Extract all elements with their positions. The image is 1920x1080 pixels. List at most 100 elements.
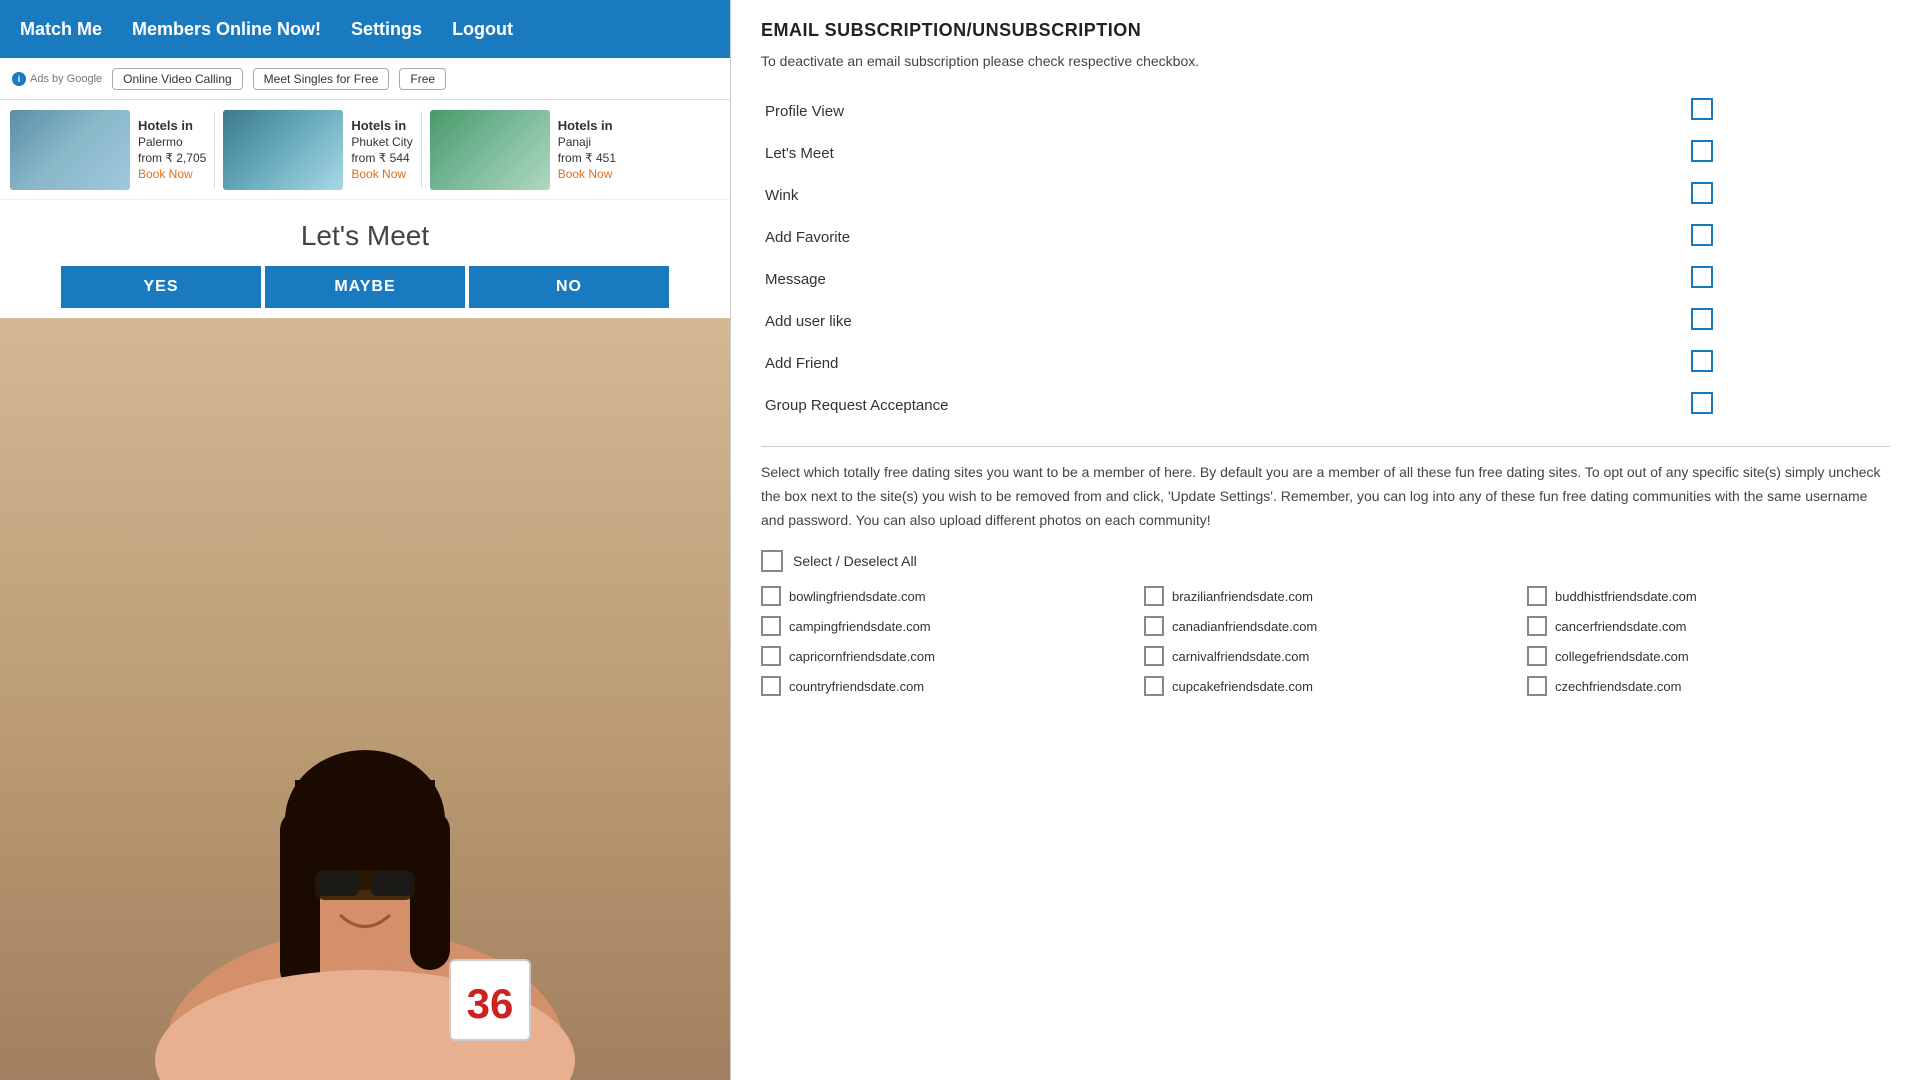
site-item-9: countryfriendsdate.com — [761, 676, 1124, 696]
left-panel: Match Me Members Online Now! Settings Lo… — [0, 0, 730, 1080]
hotel-info-0: Hotels in Palermo from ₹ 2,705 Book Now — [138, 118, 206, 181]
nav-match-me[interactable]: Match Me — [20, 19, 102, 40]
hotel-card-2: Hotels in Panaji from ₹ 451 Book Now — [430, 106, 616, 193]
hotel-divider-1 — [214, 111, 215, 188]
subscription-label-5: Add user like — [761, 300, 1671, 342]
site-checkbox-6[interactable] — [761, 646, 781, 666]
email-sub-subtitle: To deactivate an email subscription plea… — [761, 51, 1890, 72]
nav-logout[interactable]: Logout — [452, 19, 513, 40]
site-checkbox-8[interactable] — [1527, 646, 1547, 666]
subscription-checkbox-cell-5 — [1671, 300, 1890, 342]
ad-btn-video[interactable]: Online Video Calling — [112, 68, 243, 90]
subscription-checkbox-2[interactable] — [1691, 182, 1713, 204]
site-name-4: canadianfriendsdate.com — [1172, 619, 1317, 634]
subscription-checkbox-0[interactable] — [1691, 98, 1713, 120]
site-item-2: buddhistfriendsdate.com — [1527, 586, 1890, 606]
subscription-checkbox-cell-1 — [1671, 132, 1890, 174]
nav-members-online[interactable]: Members Online Now! — [132, 19, 321, 40]
site-checkbox-9[interactable] — [761, 676, 781, 696]
site-checkbox-7[interactable] — [1144, 646, 1164, 666]
site-name-11: czechfriendsdate.com — [1555, 679, 1681, 694]
site-checkbox-0[interactable] — [761, 586, 781, 606]
hotel-book-2[interactable]: Book Now — [558, 167, 616, 181]
subscription-checkbox-3[interactable] — [1691, 224, 1713, 246]
hotel-divider-2 — [421, 111, 422, 188]
site-checkbox-1[interactable] — [1144, 586, 1164, 606]
right-panel: EMAIL SUBSCRIPTION/UNSUBSCRIPTION To dea… — [730, 0, 1920, 1080]
subscription-label-0: Profile View — [761, 90, 1671, 132]
site-item-6: capricornfriendsdate.com — [761, 646, 1124, 666]
person-svg: 36 — [0, 630, 730, 1080]
hotel-city-2: Panaji — [558, 135, 616, 149]
ad-btn-singles[interactable]: Meet Singles for Free — [253, 68, 390, 90]
subscription-checkbox-cell-7 — [1671, 384, 1890, 426]
site-checkbox-5[interactable] — [1527, 616, 1547, 636]
meet-btn-yes[interactable]: YES — [61, 266, 261, 308]
photo-section: 36 — [0, 318, 730, 1080]
site-item-11: czechfriendsdate.com — [1527, 676, 1890, 696]
meet-btn-no[interactable]: NO — [469, 266, 669, 308]
free-sites-text: Select which totally free dating sites y… — [761, 461, 1890, 532]
site-name-8: collegefriendsdate.com — [1555, 649, 1689, 664]
subscription-checkbox-1[interactable] — [1691, 140, 1713, 162]
hotel-card-1: Hotels in Phuket City from ₹ 544 Book No… — [223, 106, 412, 193]
hotel-price-0: from ₹ 2,705 — [138, 151, 206, 165]
subscription-checkbox-cell-4 — [1671, 258, 1890, 300]
hotel-book-0[interactable]: Book Now — [138, 167, 206, 181]
site-name-1: brazilianfriendsdate.com — [1172, 589, 1313, 604]
select-all-label: Select / Deselect All — [793, 553, 917, 569]
subscription-row-7: Group Request Acceptance — [761, 384, 1890, 426]
site-name-3: campingfriendsdate.com — [789, 619, 931, 634]
hotel-name-1: Hotels in — [351, 118, 412, 133]
meet-buttons: YES MAYBE NO — [10, 266, 720, 308]
nav-settings[interactable]: Settings — [351, 19, 422, 40]
hotel-book-1[interactable]: Book Now — [351, 167, 412, 181]
svg-text:36: 36 — [467, 980, 514, 1027]
site-name-5: cancerfriendsdate.com — [1555, 619, 1687, 634]
subscription-checkbox-7[interactable] — [1691, 392, 1713, 414]
ad-btn-free[interactable]: Free — [399, 68, 446, 90]
site-name-7: carnivalfriendsdate.com — [1172, 649, 1309, 664]
subscription-row-6: Add Friend — [761, 342, 1890, 384]
email-sub-title: EMAIL SUBSCRIPTION/UNSUBSCRIPTION — [761, 20, 1890, 41]
lets-meet-title: Let's Meet — [10, 220, 720, 252]
site-checkbox-10[interactable] — [1144, 676, 1164, 696]
site-item-8: collegefriendsdate.com — [1527, 646, 1890, 666]
site-item-3: campingfriendsdate.com — [761, 616, 1124, 636]
site-name-0: bowlingfriendsdate.com — [789, 589, 926, 604]
subscription-label-6: Add Friend — [761, 342, 1671, 384]
subscription-checkbox-cell-2 — [1671, 174, 1890, 216]
site-name-9: countryfriendsdate.com — [789, 679, 924, 694]
select-all-checkbox[interactable] — [761, 550, 783, 572]
subscription-row-4: Message — [761, 258, 1890, 300]
site-item-10: cupcakefriendsdate.com — [1144, 676, 1507, 696]
site-checkbox-11[interactable] — [1527, 676, 1547, 696]
site-item-7: carnivalfriendsdate.com — [1144, 646, 1507, 666]
subscription-checkbox-cell-0 — [1671, 90, 1890, 132]
hotel-info-1: Hotels in Phuket City from ₹ 544 Book No… — [351, 118, 412, 181]
subscription-checkbox-6[interactable] — [1691, 350, 1713, 372]
lets-meet-section: Let's Meet YES MAYBE NO — [0, 200, 730, 318]
site-checkbox-3[interactable] — [761, 616, 781, 636]
site-name-2: buddhistfriendsdate.com — [1555, 589, 1697, 604]
hotel-price-2: from ₹ 451 — [558, 151, 616, 165]
subscription-row-2: Wink — [761, 174, 1890, 216]
hotel-img-1 — [223, 110, 343, 190]
site-item-5: cancerfriendsdate.com — [1527, 616, 1890, 636]
hotel-city-1: Phuket City — [351, 135, 412, 149]
ads-label: i Ads by Google — [12, 72, 102, 86]
subscription-checkbox-4[interactable] — [1691, 266, 1713, 288]
subscription-table: Profile ViewLet's MeetWinkAdd FavoriteMe… — [761, 90, 1890, 426]
site-checkbox-4[interactable] — [1144, 616, 1164, 636]
hotel-name-2: Hotels in — [558, 118, 616, 133]
meet-btn-maybe[interactable]: MAYBE — [265, 266, 465, 308]
site-item-4: canadianfriendsdate.com — [1144, 616, 1507, 636]
site-checkbox-2[interactable] — [1527, 586, 1547, 606]
subscription-checkbox-5[interactable] — [1691, 308, 1713, 330]
select-all-row: Select / Deselect All — [761, 550, 1890, 572]
sites-grid: bowlingfriendsdate.com brazilianfriendsda… — [761, 586, 1890, 696]
hotel-name-0: Hotels in — [138, 118, 206, 133]
divider-1 — [761, 446, 1890, 447]
ads-bar: i Ads by Google Online Video Calling Mee… — [0, 58, 730, 100]
subscription-row-3: Add Favorite — [761, 216, 1890, 258]
